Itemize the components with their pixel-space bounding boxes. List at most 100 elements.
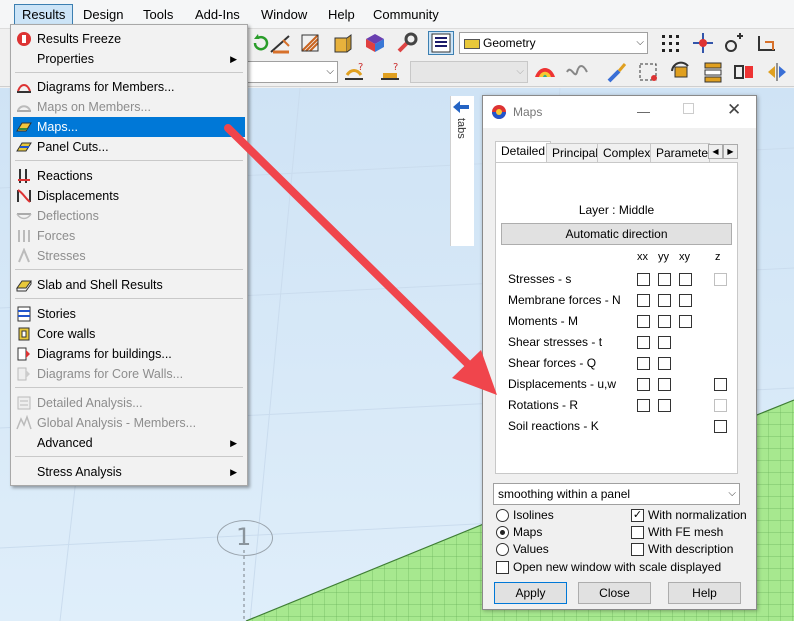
stresses-xx-checkbox[interactable] — [637, 273, 650, 286]
menu-separator — [15, 387, 243, 388]
menu-item-stories[interactable]: Stories — [13, 304, 245, 324]
slab-shell-icon — [16, 277, 32, 293]
structure-edit-icon[interactable] — [268, 31, 294, 55]
shear-forces-yy-checkbox[interactable] — [658, 357, 671, 370]
column-z: z — [715, 251, 721, 263]
menu-design[interactable]: Design — [76, 4, 130, 25]
stack-icon[interactable] — [700, 60, 726, 84]
maps-radio[interactable] — [496, 526, 509, 539]
tab-complex[interactable]: Complex — [597, 143, 657, 162]
open-new-window-checkbox[interactable] — [496, 561, 509, 574]
deformation-icon[interactable] — [564, 60, 590, 84]
shear-stresses-yy-checkbox[interactable] — [658, 336, 671, 349]
soil-reactions-z-checkbox[interactable] — [714, 420, 727, 433]
tab-scroll-left-icon[interactable]: ◀ — [708, 144, 723, 159]
displacements-icon — [16, 188, 32, 204]
with-fe-mesh-checkbox[interactable] — [631, 526, 644, 539]
values-radio[interactable] — [496, 543, 509, 556]
displacements-z-checkbox[interactable] — [714, 378, 727, 391]
membrane-yy-checkbox[interactable] — [658, 294, 671, 307]
menu-item-core-walls[interactable]: Core walls — [13, 324, 245, 344]
menu-item-diagrams-for-members[interactable]: Diagrams for Members... — [13, 77, 245, 97]
menu-item-panel-cuts[interactable]: Panel Cuts... — [13, 137, 245, 157]
rotate-view-icon[interactable] — [668, 60, 694, 84]
apply-button[interactable]: Apply — [494, 582, 567, 604]
brush-icon[interactable] — [604, 60, 630, 84]
section-view-icon[interactable] — [732, 60, 758, 84]
isolines-radio[interactable] — [496, 509, 509, 522]
mirror-icon[interactable] — [764, 60, 790, 84]
section-icon[interactable] — [330, 31, 356, 55]
menu-item-label: Reactions — [37, 169, 93, 183]
displacements-xx-checkbox[interactable] — [637, 378, 650, 391]
row-label-membrane-forces: Membrane forces - N — [508, 293, 621, 307]
node-grid-icon[interactable] — [690, 31, 716, 55]
load-question-icon[interactable]: ? — [378, 60, 404, 84]
tab-scroll-right-icon[interactable]: ▶ — [723, 144, 738, 159]
row-label-shear-forces: Shear forces - Q — [508, 356, 597, 370]
menu-item-reactions[interactable]: Reactions — [13, 166, 245, 186]
maps-label: Maps — [513, 525, 543, 539]
close-icon[interactable]: ✕ — [727, 100, 741, 120]
automatic-direction-button[interactable]: Automatic direction — [501, 223, 732, 245]
grid-dots-icon[interactable] — [658, 31, 684, 55]
stresses-yy-checkbox[interactable] — [658, 273, 671, 286]
load-case-icon[interactable]: ? — [342, 60, 368, 84]
select-nodes-icon[interactable] — [636, 60, 662, 84]
menu-add-ins[interactable]: Add-Ins — [188, 4, 247, 25]
moments-xx-checkbox[interactable] — [637, 315, 650, 328]
stresses-z-checkbox — [714, 273, 727, 286]
help-button[interactable]: Help — [668, 582, 741, 604]
rotations-xx-checkbox[interactable] — [637, 399, 650, 412]
moments-xy-checkbox[interactable] — [679, 315, 692, 328]
menu-item-label: Displacements — [37, 189, 119, 203]
column-xx: xx — [637, 251, 648, 263]
tab-parameters[interactable]: Parameter — [650, 143, 710, 162]
wrench-icon[interactable] — [394, 31, 420, 55]
axis-icon[interactable] — [754, 31, 780, 55]
chevron-down-icon: ⌵ — [326, 66, 334, 77]
tab-principal[interactable]: Principal — [546, 143, 605, 162]
menu-results[interactable]: Results — [14, 4, 74, 25]
with-description-checkbox[interactable] — [631, 543, 644, 556]
results-map-icon[interactable] — [532, 60, 558, 84]
stresses-xy-checkbox[interactable] — [679, 273, 692, 286]
hatch-icon[interactable] — [298, 31, 324, 55]
menu-item-advanced[interactable]: Advanced ▶ — [13, 433, 245, 453]
submenu-arrow-icon: ▶ — [230, 438, 237, 448]
arrow-left-icon[interactable] — [452, 100, 470, 114]
moments-yy-checkbox[interactable] — [658, 315, 671, 328]
menu-community[interactable]: Community — [366, 4, 446, 25]
menu-item-maps[interactable]: Maps... — [13, 117, 245, 137]
membrane-xy-checkbox[interactable] — [679, 294, 692, 307]
displacements-yy-checkbox[interactable] — [658, 378, 671, 391]
shear-forces-xx-checkbox[interactable] — [637, 357, 650, 370]
rotations-yy-checkbox[interactable] — [658, 399, 671, 412]
menu-window[interactable]: Window — [254, 4, 314, 25]
smoothing-select[interactable]: smoothing within a panel ⌵ — [493, 483, 740, 505]
view-select[interactable]: ⌵ — [240, 61, 338, 83]
with-normalization-checkbox[interactable]: ✓ — [631, 509, 644, 522]
table-view-icon[interactable] — [428, 31, 454, 55]
geometry-select[interactable]: Geometry ⌵ — [459, 32, 648, 54]
menu-tools[interactable]: Tools — [136, 4, 180, 25]
menu-item-displacements[interactable]: Displacements — [13, 186, 245, 206]
dialog-title-bar[interactable]: Maps — ✕ — [483, 96, 756, 128]
membrane-xx-checkbox[interactable] — [637, 294, 650, 307]
menu-item-results-freeze[interactable]: Results Freeze — [13, 29, 245, 49]
column-yy: yy — [658, 251, 669, 263]
tab-detailed[interactable]: Detailed — [495, 141, 552, 163]
close-button[interactable]: Close — [578, 582, 651, 604]
deflections-icon — [16, 208, 32, 224]
model-view-icon[interactable] — [362, 31, 388, 55]
snap-settings-icon[interactable] — [722, 31, 748, 55]
minimize-icon[interactable]: — — [637, 104, 650, 119]
menu-item-diagrams-for-buildings[interactable]: Diagrams for buildings... — [13, 344, 245, 364]
menu-item-slab-and-shell-results[interactable]: Slab and Shell Results — [13, 275, 245, 295]
menu-help[interactable]: Help — [321, 4, 362, 25]
menu-item-properties[interactable]: Properties ▶ — [13, 49, 245, 69]
reactions-icon — [16, 168, 32, 184]
menu-item-stress-analysis[interactable]: Stress Analysis ▶ — [13, 462, 245, 482]
shear-stresses-xx-checkbox[interactable] — [637, 336, 650, 349]
menu-item-label: Diagrams for Core Walls... — [37, 367, 184, 381]
